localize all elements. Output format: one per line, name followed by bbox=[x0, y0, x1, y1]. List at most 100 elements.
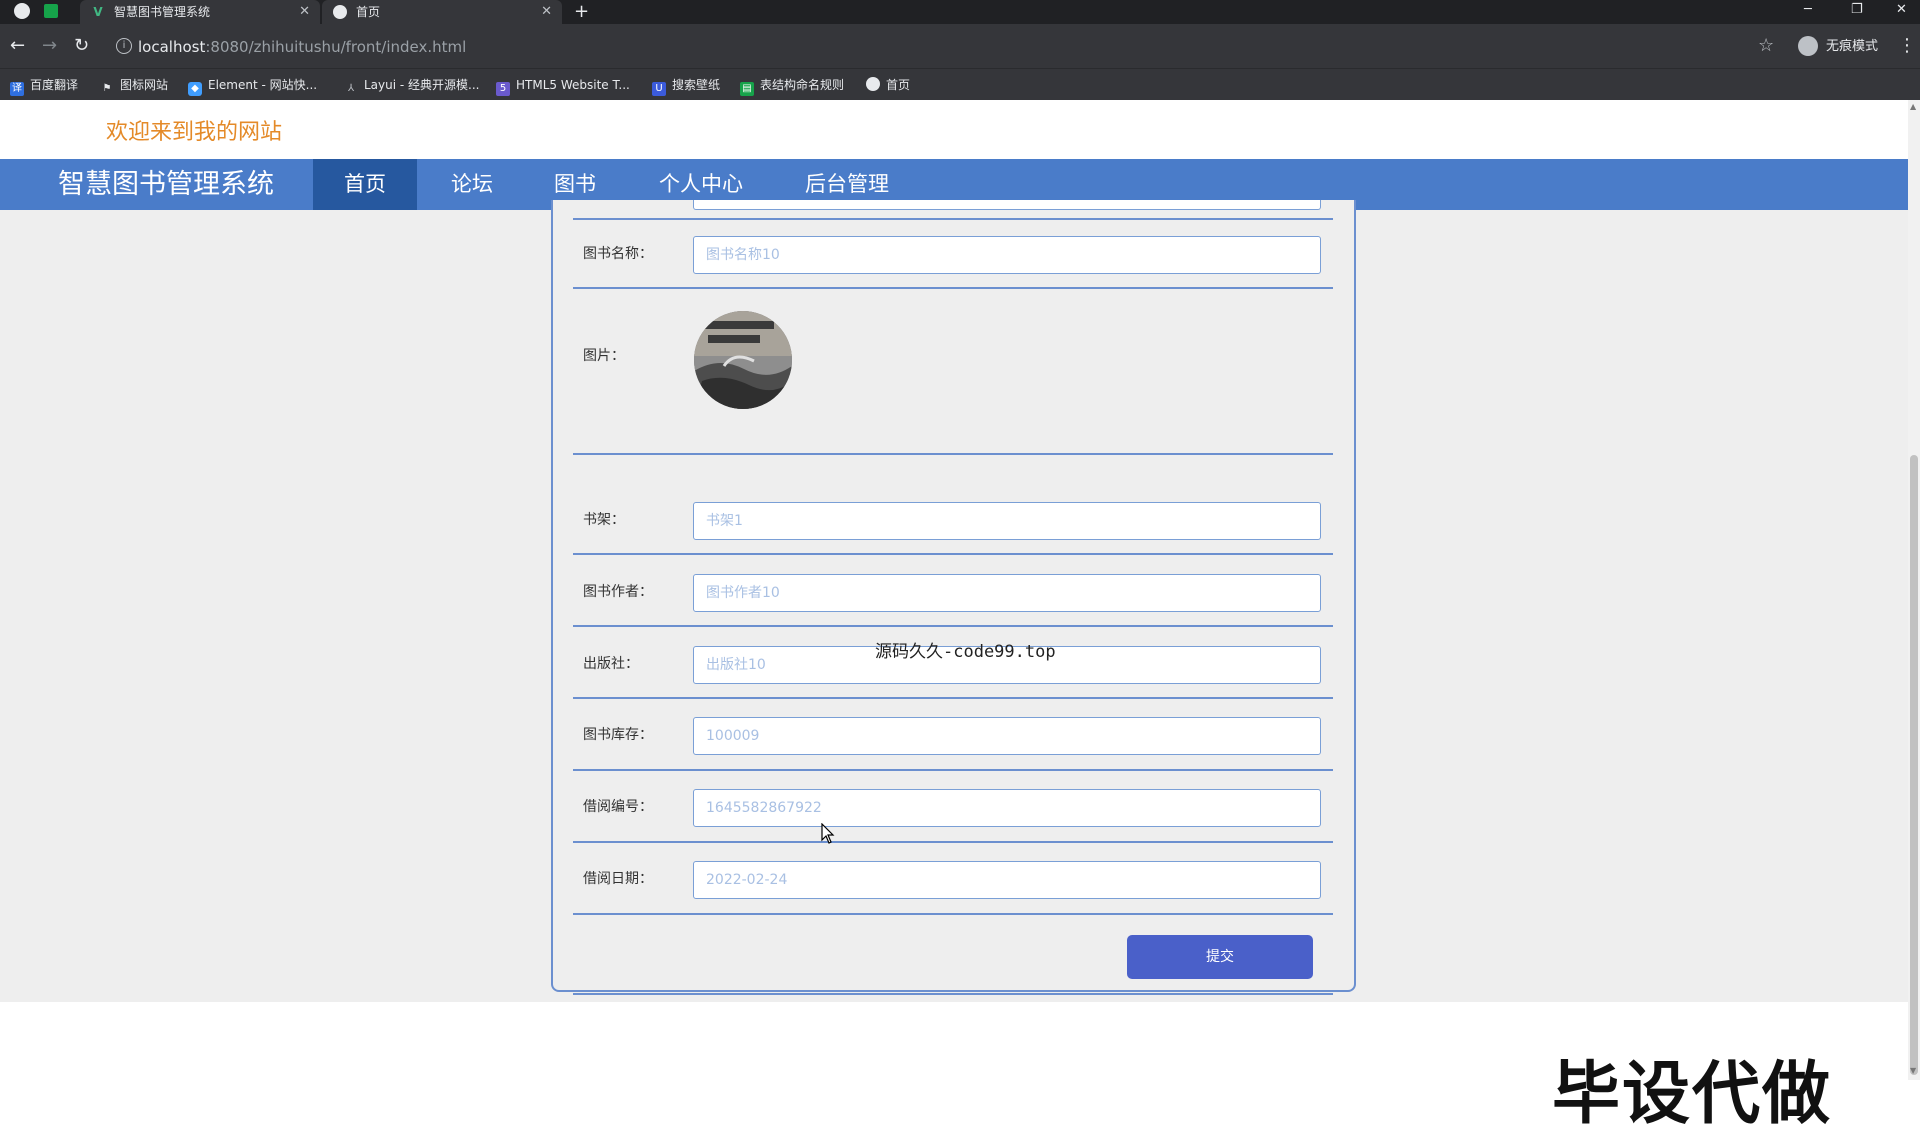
shelf-input[interactable]: 书架1 bbox=[693, 502, 1321, 540]
corner-watermark: 毕设代做 bbox=[1552, 1055, 1833, 1134]
bookmark-label: Element - 网站快... bbox=[208, 78, 318, 92]
nav-forum[interactable]: 论坛 bbox=[428, 159, 516, 210]
scrolled-field-input[interactable] bbox=[693, 200, 1321, 210]
bookmark-label: 图标网站 bbox=[120, 78, 169, 92]
row-divider bbox=[573, 841, 1333, 843]
tab-admin-system[interactable]: V 智慧图书管理系统 ✕ bbox=[80, 0, 320, 24]
author-placeholder: 图书作者10 bbox=[706, 585, 780, 601]
new-tab-plus-icon[interactable]: + bbox=[574, 0, 589, 24]
borrow-number-label: 借阅编号： bbox=[583, 799, 653, 815]
address-bar: ← → ↻ i localhost:8080/zhihuitushu/front… bbox=[0, 24, 1920, 68]
reload-icon[interactable]: ↻ bbox=[74, 34, 89, 58]
welcome-text: 欢迎来到我的网站 bbox=[106, 120, 283, 145]
window-close-icon[interactable]: ✕ bbox=[1896, 0, 1907, 20]
web-page: 欢迎来到我的网站 智慧图书管理系统 首页 论坛 图书 个人中心 后台管理 图书名… bbox=[0, 100, 1908, 1134]
url-host: localhost bbox=[138, 38, 206, 56]
close-icon[interactable]: ✕ bbox=[299, 0, 310, 24]
stock-input[interactable]: 100009 bbox=[693, 717, 1321, 755]
bookmark-label: 表结构命名规则 bbox=[760, 78, 845, 92]
site-info-icon[interactable]: i bbox=[116, 38, 132, 54]
borrow-number-input[interactable]: 1645582867922 bbox=[693, 789, 1321, 827]
borrow-date-label: 借阅日期： bbox=[583, 871, 653, 887]
tab-home[interactable]: 首页 ✕ bbox=[322, 0, 562, 24]
borrow-date-input[interactable]: 2022-02-24 bbox=[693, 861, 1321, 899]
submit-button[interactable]: 提交 bbox=[1127, 935, 1313, 979]
bookmark-table-naming[interactable]: ▤ 表结构命名规则 bbox=[740, 69, 844, 101]
browser-tab-strip: V 智慧图书管理系统 ✕ 首页 ✕ + ─ ❐ ✕ bbox=[0, 0, 1920, 24]
globe-icon bbox=[866, 77, 880, 91]
page-scrollbar[interactable]: ▲ ▼ bbox=[1908, 100, 1920, 1080]
bookmark-baidu-translate[interactable]: 译百度翻译 bbox=[10, 69, 78, 101]
book-cover-image bbox=[694, 311, 792, 409]
bookmark-label: Layui - 经典开源模... bbox=[364, 78, 480, 92]
book-name-input[interactable]: 图书名称10 bbox=[693, 236, 1321, 274]
bookmarks-bar: 译百度翻译 ⚑ 图标网站 ◆ Element - 网站快... ⅄ Layui - 经… bbox=[0, 68, 1920, 101]
book-name-label: 图书名称： bbox=[583, 246, 653, 262]
row-divider bbox=[573, 453, 1333, 455]
row-divider bbox=[573, 769, 1333, 771]
wallpaper-icon: U bbox=[652, 82, 666, 96]
row-divider bbox=[573, 697, 1333, 699]
url-path: :8080/zhihuitushu/front/index.html bbox=[205, 38, 467, 56]
forward-arrow-icon[interactable]: → bbox=[42, 34, 57, 58]
bookmark-icon-site[interactable]: ⚑ 图标网站 bbox=[100, 69, 169, 101]
bookmark-home[interactable]: 首页 bbox=[866, 69, 910, 101]
publisher-label: 出版社： bbox=[583, 656, 639, 672]
row-divider bbox=[573, 913, 1333, 915]
row-divider bbox=[573, 993, 1333, 995]
nav-home[interactable]: 首页 bbox=[313, 159, 417, 210]
bookmark-label: 百度翻译 bbox=[30, 78, 79, 92]
tab-title: 首页 bbox=[356, 5, 381, 19]
minimize-icon[interactable]: ─ bbox=[1804, 0, 1812, 20]
restore-icon[interactable]: ❐ bbox=[1851, 0, 1863, 20]
shelf-label: 书架： bbox=[583, 512, 625, 528]
row-divider bbox=[573, 553, 1333, 555]
row-divider bbox=[573, 287, 1333, 289]
element-icon: ◆ bbox=[188, 82, 202, 96]
author-label: 图书作者： bbox=[583, 584, 653, 600]
borrow-date-placeholder: 2022-02-24 bbox=[706, 872, 788, 888]
row-divider bbox=[573, 625, 1333, 627]
image-label: 图片： bbox=[583, 348, 625, 364]
stock-placeholder: 100009 bbox=[706, 728, 760, 744]
close-icon[interactable]: ✕ bbox=[541, 0, 552, 24]
shelf-placeholder: 书架1 bbox=[706, 513, 743, 529]
borrow-form-card: 图书名称： 图书名称10 图片： 书架： 书架1 图书作者： 图书作者10 出版… bbox=[551, 200, 1356, 995]
row-divider bbox=[573, 218, 1333, 220]
scrollbar-thumb[interactable] bbox=[1910, 455, 1918, 1075]
translate-icon: 译 bbox=[10, 82, 24, 96]
sheet-icon: ▤ bbox=[740, 82, 754, 96]
layui-icon: ⅄ bbox=[347, 83, 355, 94]
content-area: 图书名称： 图书名称10 图片： 书架： 书架1 图书作者： 图书作者10 出版… bbox=[0, 200, 1908, 1002]
publisher-placeholder: 出版社10 bbox=[706, 657, 766, 673]
bookmark-layui[interactable]: ⅄ Layui - 经典开源模... bbox=[344, 69, 480, 101]
mouse-cursor-icon bbox=[821, 823, 835, 844]
bookmark-label: HTML5 Website T... bbox=[516, 78, 630, 92]
bookmark-label: 搜索壁纸 bbox=[672, 78, 721, 92]
borrow-number-placeholder: 1645582867922 bbox=[706, 800, 822, 816]
incognito-icon[interactable] bbox=[1798, 36, 1818, 56]
url-field[interactable]: localhost:8080/zhihuitushu/front/index.h… bbox=[138, 35, 466, 59]
stock-label: 图书库存： bbox=[583, 727, 653, 743]
bookmark-element[interactable]: ◆ Element - 网站快... bbox=[188, 69, 317, 101]
site-brand[interactable]: 智慧图书管理系统 bbox=[58, 159, 274, 210]
scroll-down-icon[interactable]: ▼ bbox=[1910, 1066, 1916, 1075]
bookmark-star-icon[interactable]: ☆ bbox=[1758, 35, 1774, 57]
center-watermark: 源码久久-code99.top bbox=[875, 642, 1056, 662]
pinned-tab-icon[interactable] bbox=[44, 4, 58, 18]
bookmark-label: 首页 bbox=[886, 78, 911, 92]
globe-icon bbox=[332, 0, 348, 27]
html5-icon: 5 bbox=[496, 82, 510, 96]
more-menu-icon[interactable]: ⋮ bbox=[1898, 34, 1916, 58]
bookmark-wallpaper-search[interactable]: U 搜索壁纸 bbox=[652, 69, 720, 101]
scroll-up-icon[interactable]: ▲ bbox=[1910, 102, 1916, 111]
back-arrow-icon[interactable]: ← bbox=[10, 34, 25, 58]
author-input[interactable]: 图书作者10 bbox=[693, 574, 1321, 612]
tab-title: 智慧图书管理系统 bbox=[114, 5, 211, 19]
book-name-placeholder: 图书名称10 bbox=[706, 247, 780, 263]
vue-logo-icon: V bbox=[93, 5, 103, 19]
bookmark-html5-templates[interactable]: 5 HTML5 Website T... bbox=[496, 69, 630, 101]
browser-profile-icon[interactable] bbox=[14, 3, 30, 19]
incognito-label[interactable]: 无痕模式 bbox=[1826, 36, 1878, 58]
flag-icon: ⚑ bbox=[102, 83, 112, 94]
